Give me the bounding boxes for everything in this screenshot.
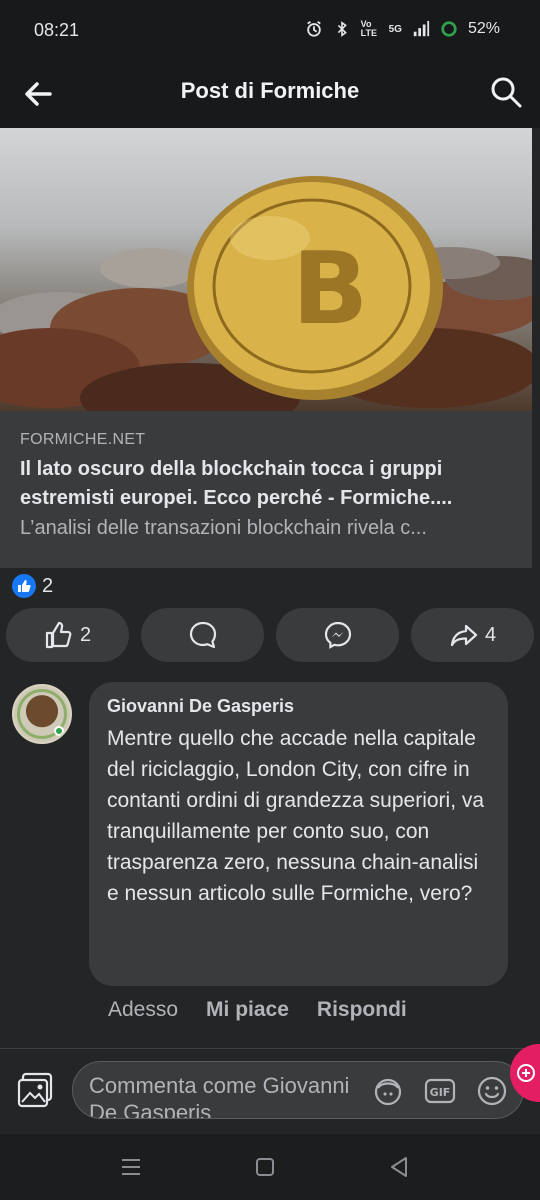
search-icon[interactable]	[488, 74, 524, 110]
thumbs-up-icon	[45, 621, 72, 649]
link-image: B	[0, 128, 532, 411]
comment-reply-link[interactable]: Rispondi	[317, 998, 407, 1022]
alarm-icon	[306, 21, 321, 37]
share-icon	[450, 624, 478, 647]
back-nav-icon[interactable]	[386, 1154, 412, 1180]
avatar[interactable]	[12, 684, 72, 744]
reaction-count: 2	[42, 574, 54, 597]
plus-icon	[517, 1064, 535, 1082]
svg-text:GIF: GIF	[430, 1086, 451, 1099]
link-title[interactable]: Il lato oscuro della blockchain tocca i …	[20, 455, 512, 513]
send-button[interactable]	[276, 608, 399, 662]
messenger-icon	[324, 621, 351, 649]
emoji-icon[interactable]	[475, 1074, 509, 1108]
online-status-icon	[54, 726, 64, 736]
page-title: Post di Formiche	[180, 78, 360, 103]
reactions-summary[interactable]: 2	[12, 574, 53, 598]
comment-timestamp: Adesso	[108, 998, 179, 1021]
comment-button[interactable]	[141, 608, 264, 662]
battery-saver-icon	[441, 21, 457, 37]
link-description: L’analisi delle transazioni blockchain r…	[20, 517, 427, 539]
network-indicator: 5G	[388, 23, 402, 35]
bitcoin-coins-illustration: B	[0, 176, 532, 411]
comment-actions: Adesso Mi piace Rispondi	[108, 998, 407, 1022]
comment-author[interactable]: Giovanni De Gasperis	[107, 696, 490, 717]
share-button[interactable]: 4	[411, 608, 534, 662]
comment-icon	[189, 621, 216, 649]
composer-icons: GIF	[371, 1074, 509, 1108]
like-count: 2	[79, 623, 92, 646]
share-count: 4	[484, 623, 497, 646]
like-icon	[12, 574, 36, 598]
comment-input[interactable]: Commenta come Giovanni De Gasperis GIF	[72, 1061, 524, 1119]
home-icon[interactable]	[252, 1154, 278, 1180]
status-time: 08:21	[34, 20, 80, 40]
post-action-bar: 2 4	[6, 608, 534, 664]
comment-composer: Commenta come Giovanni De Gasperis GIF	[0, 1048, 540, 1134]
comment-bubble[interactable]: Giovanni De Gasperis Mentre quello che a…	[89, 682, 508, 986]
signal-icon	[413, 20, 430, 37]
comment-input-placeholder: Commenta come Giovanni De Gasperis	[89, 1073, 350, 1119]
comment-text: Mentre quello che accade nella capitale …	[107, 727, 485, 905]
battery-level: 52%	[467, 20, 500, 37]
system-navigation-bar	[0, 1134, 540, 1200]
link-meta: FORMICHE.NET Il lato oscuro della blockc…	[0, 411, 532, 540]
bluetooth-icon	[337, 21, 347, 37]
link-preview-card[interactable]: B FORMICHE.NET Il lato oscuro della bloc…	[0, 128, 532, 568]
volte-indicator: Vo LTE	[360, 19, 377, 38]
link-domain: FORMICHE.NET	[20, 431, 146, 448]
app-header: Post di Formiche	[0, 62, 540, 128]
status-bar: 08:21 Vo LTE 5G 52%	[0, 0, 540, 62]
status-icons: Vo LTE 5G 52%	[305, 20, 500, 38]
photo-icon[interactable]	[16, 1071, 54, 1109]
recent-apps-icon[interactable]	[118, 1154, 144, 1180]
gif-icon[interactable]: GIF	[423, 1074, 457, 1108]
avatar-sticker-icon[interactable]	[371, 1074, 405, 1108]
like-button[interactable]: 2	[6, 608, 129, 662]
comment-like-link[interactable]: Mi piace	[206, 998, 289, 1022]
